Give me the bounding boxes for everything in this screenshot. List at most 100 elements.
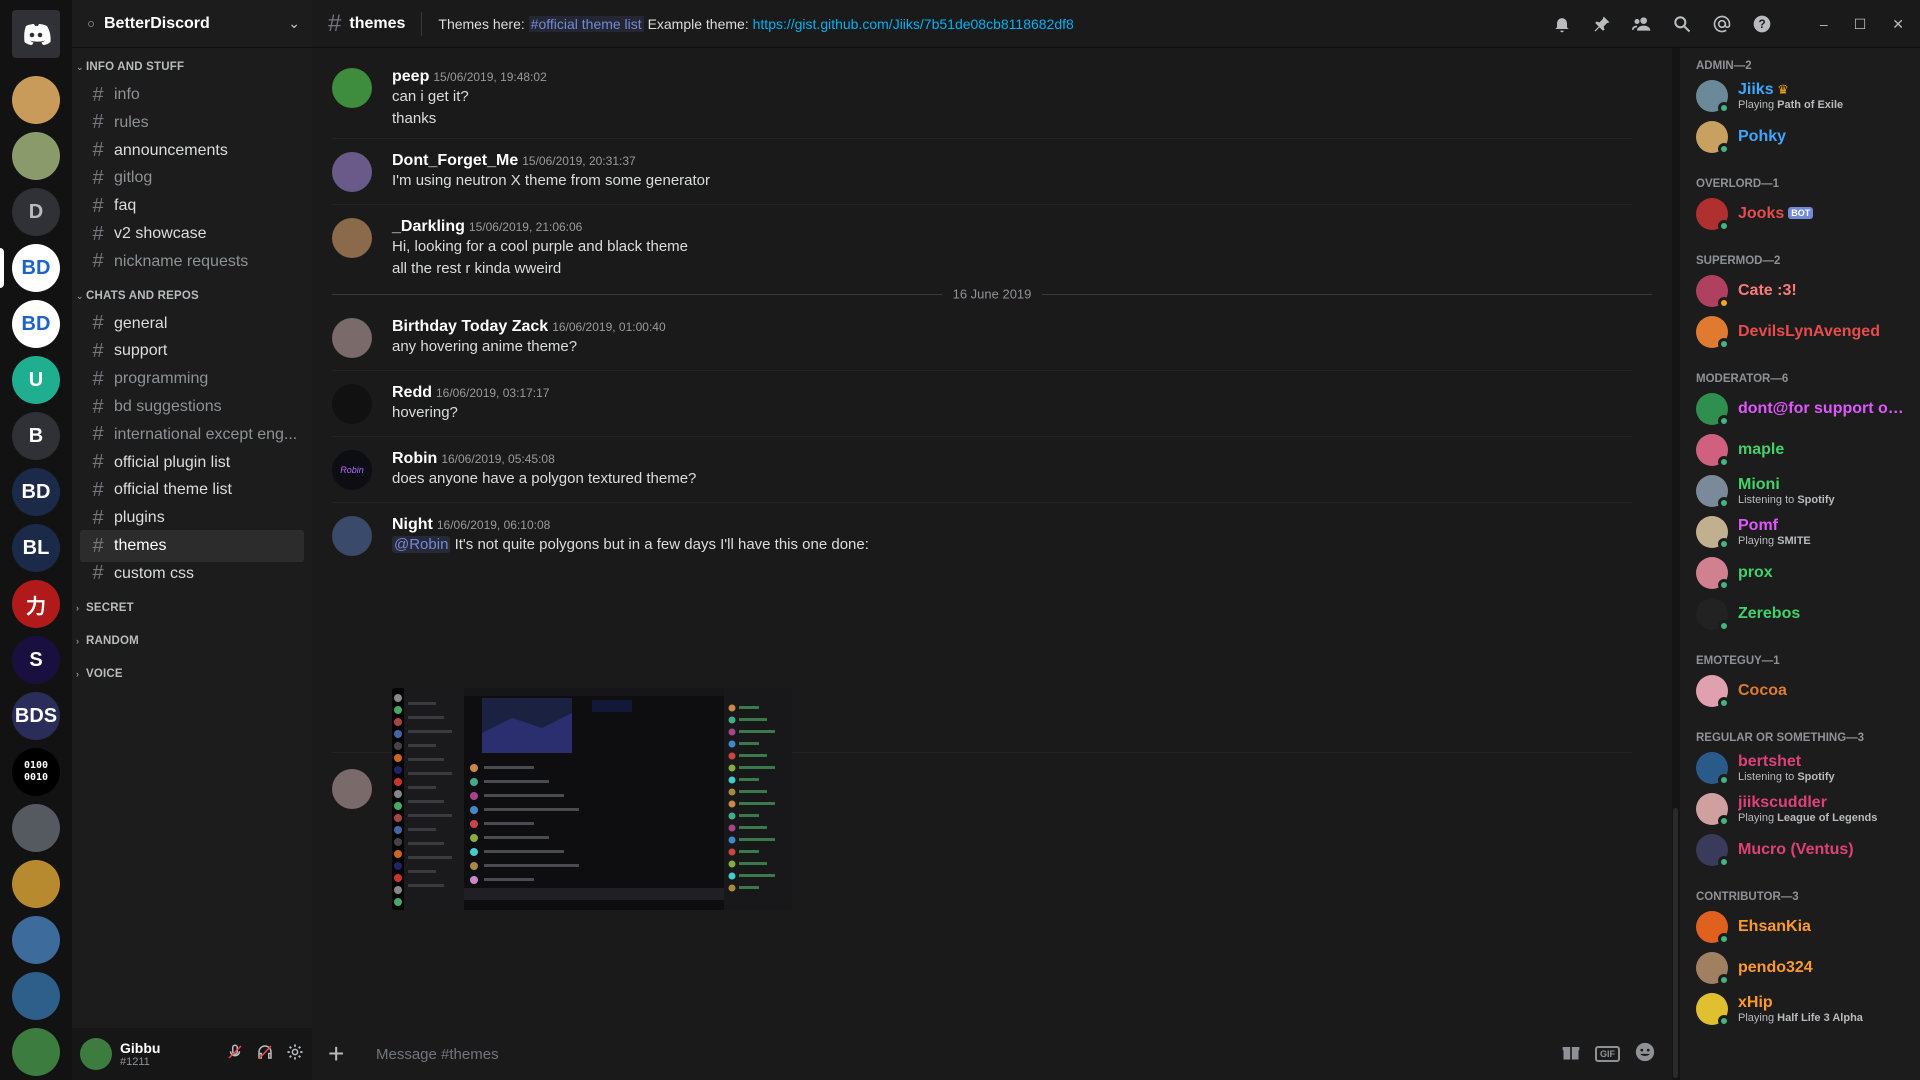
deafen-icon[interactable] <box>256 1043 274 1065</box>
member-item[interactable]: Mioni Listening to Spotify <box>1696 471 1916 511</box>
member-info: dont@for support onl... <box>1738 400 1908 418</box>
message-author[interactable]: Redd <box>392 384 432 401</box>
member-item[interactable]: Cocoa <box>1696 671 1916 711</box>
scrollbar-thumb[interactable] <box>1673 808 1678 1078</box>
member-item[interactable]: bertshet Listening to Spotify <box>1696 748 1916 788</box>
guild-icon[interactable] <box>12 1028 60 1076</box>
channel-international-except-eng-[interactable]: # international except eng... <box>80 419 304 451</box>
guild-icon[interactable]: BD <box>12 468 60 516</box>
topic-channel-mention[interactable]: #official theme list <box>528 15 644 32</box>
guild-icon[interactable]: BD <box>12 244 60 292</box>
guild-icon[interactable]: 0100 0010 <box>12 748 60 796</box>
channel-custom-css[interactable]: # custom css <box>80 558 304 590</box>
guild-icon[interactable]: 力 <box>12 580 60 628</box>
pin-icon[interactable] <box>1590 12 1614 36</box>
topic-link[interactable]: https://gist.github.com/Jiiks/7b51de08cb… <box>753 16 1074 32</box>
member-item[interactable]: Jooks BOT <box>1696 194 1916 234</box>
avatar[interactable] <box>332 769 372 809</box>
gif-icon[interactable]: GIF <box>1595 1046 1620 1062</box>
guild-icon[interactable]: U <box>12 356 60 404</box>
emoji-icon[interactable] <box>1634 1041 1656 1067</box>
chevron-down-icon: ⌄ <box>76 290 84 301</box>
member-item[interactable]: Zerebos <box>1696 594 1916 634</box>
close-icon[interactable]: ✕ <box>1892 16 1904 33</box>
activity-name: League of Legends <box>1777 812 1878 824</box>
channel-sidebar: BetterDiscord ⌄ ⌄ INFO AND STUFF # info # rul… <box>72 0 312 1080</box>
avatar[interactable] <box>332 152 372 192</box>
guild-icon[interactable]: BL <box>12 524 60 572</box>
avatar[interactable]: Robin <box>332 450 372 490</box>
message-body: Redd 16/06/2019, 03:17:17 hovering? <box>392 384 1632 424</box>
member-item[interactable]: Mucro (Ventus) <box>1696 830 1916 870</box>
guild-icon[interactable]: B <box>12 412 60 460</box>
member-item[interactable]: Jiiks ♛ Playing Path of Exile <box>1696 76 1916 116</box>
role-header: CONTRIBUTOR—3 <box>1696 891 1799 903</box>
guild-icon[interactable] <box>12 804 60 852</box>
member-item[interactable]: xHip Playing Half Life 3 Alpha <box>1696 989 1916 1029</box>
guild-icon[interactable]: BDS <box>12 692 60 740</box>
message-author[interactable]: peep <box>392 68 429 85</box>
members-icon[interactable] <box>1630 12 1654 36</box>
member-item[interactable]: jiikscuddler Playing League of Legends <box>1696 789 1916 829</box>
member-item[interactable]: pendo324 <box>1696 948 1916 988</box>
channel-nickname-requests[interactable]: # nickname requests <box>80 246 304 278</box>
activity-verb: Playing <box>1738 1012 1778 1024</box>
bell-icon[interactable] <box>1550 12 1574 36</box>
help-icon[interactable]: ? <box>1750 12 1774 36</box>
guild-icon[interactable]: BD <box>12 300 60 348</box>
gift-icon[interactable] <box>1561 1042 1581 1066</box>
channel-hash-icon: # <box>92 139 104 162</box>
member-item[interactable]: dont@for support onl... <box>1696 389 1916 429</box>
mute-icon[interactable] <box>226 1043 244 1065</box>
avatar[interactable] <box>332 384 372 424</box>
message-input[interactable] <box>376 1045 1561 1063</box>
channel-category[interactable]: › RANDOM <box>76 635 139 647</box>
member-info: Pohky <box>1738 128 1786 146</box>
member-item[interactable]: Cate :3! <box>1696 271 1916 311</box>
message-author[interactable]: Birthday Today Zack <box>392 318 548 335</box>
channel-rules[interactable]: # rules <box>80 107 304 139</box>
member-item[interactable]: Pomf Playing SMITE <box>1696 512 1916 552</box>
guild-icon[interactable] <box>12 76 60 124</box>
message-author[interactable]: _Darkling <box>392 218 465 235</box>
server-header[interactable]: BetterDiscord ⌄ <box>72 0 312 48</box>
message-author[interactable]: Dont_Forget_Me <box>392 152 518 169</box>
image-attachment[interactable] <box>392 688 792 910</box>
member-item[interactable]: prox <box>1696 553 1916 593</box>
guild-icon[interactable] <box>12 972 60 1020</box>
avatar[interactable] <box>332 218 372 258</box>
activity-name: Half Life 3 Alpha <box>1777 1012 1863 1024</box>
guild-icon[interactable]: D <box>12 188 60 236</box>
activity-name: SMITE <box>1777 535 1811 547</box>
message-author[interactable]: Night <box>392 516 433 533</box>
chevron-down-icon[interactable]: ⌄ <box>288 15 300 32</box>
user-mention[interactable]: @Robin <box>392 536 451 553</box>
minimize-icon[interactable]: – <box>1820 16 1828 33</box>
member-item[interactable]: Pohky <box>1696 117 1916 157</box>
message-header: Robin 16/06/2019, 05:45:08 <box>392 450 1632 468</box>
guild-icon[interactable] <box>12 916 60 964</box>
avatar[interactable] <box>332 516 372 556</box>
member-name-text: Pohky <box>1738 128 1787 145</box>
messages-scrollbar[interactable] <box>1672 48 1680 1080</box>
search-icon[interactable] <box>1670 12 1694 36</box>
home-button[interactable] <box>12 10 60 58</box>
avatar[interactable] <box>80 1038 112 1070</box>
message-author[interactable]: Robin <box>392 450 437 467</box>
channel-category[interactable]: › SECRET <box>76 602 134 614</box>
maximize-icon[interactable]: ☐ <box>1854 16 1867 33</box>
member-item[interactable]: maple <box>1696 430 1916 470</box>
guild-icon[interactable]: S <box>12 636 60 684</box>
guild-icon[interactable] <box>12 132 60 180</box>
channel-category[interactable]: ⌄ INFO AND STUFF <box>76 61 184 73</box>
guild-icon[interactable] <box>12 860 60 908</box>
settings-gear-icon[interactable] <box>286 1043 304 1065</box>
member-item[interactable]: EhsanKia <box>1696 907 1916 947</box>
add-attachment-icon[interactable]: + <box>328 1040 356 1068</box>
channel-category[interactable]: ⌄ CHATS AND REPOS <box>76 290 199 302</box>
member-item[interactable]: DevilsLynAvenged <box>1696 312 1916 352</box>
avatar[interactable] <box>332 68 372 108</box>
mentions-icon[interactable] <box>1710 12 1734 36</box>
channel-category[interactable]: › VOICE <box>76 668 123 680</box>
avatar[interactable] <box>332 318 372 358</box>
